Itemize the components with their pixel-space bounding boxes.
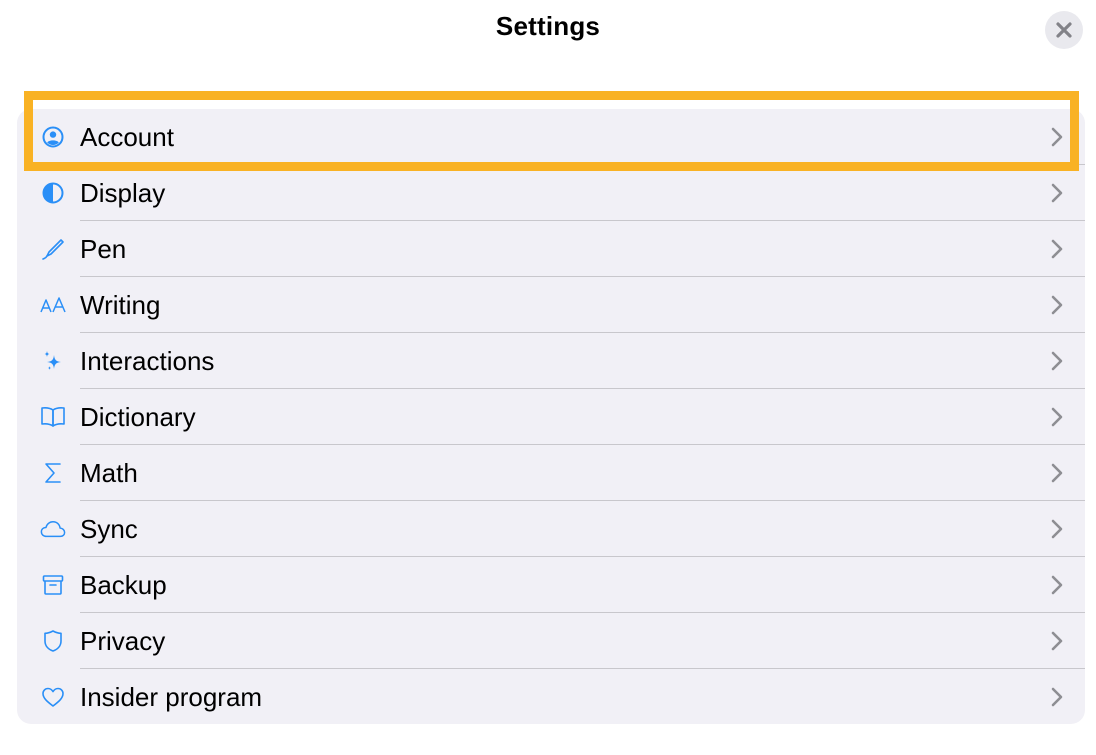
settings-item-backup[interactable]: Backup [17,557,1085,613]
settings-item-math[interactable]: Math [17,445,1085,501]
settings-item-sync[interactable]: Sync [17,501,1085,557]
chevron-right-icon [1051,127,1063,147]
chevron-right-icon [1051,687,1063,707]
chevron-right-icon [1051,575,1063,595]
settings-item-label: Interactions [80,346,215,376]
settings-item-label: Insider program [80,682,263,712]
settings-item-label: Account [80,122,174,152]
chevron-right-icon [1051,239,1063,259]
close-icon [1056,22,1072,38]
page-title: Settings [495,11,601,41]
settings-item-label: Display [80,178,166,208]
cloud-icon [40,517,66,541]
settings-item-writing[interactable]: Writing [17,277,1085,333]
chevron-right-icon [1051,631,1063,651]
chevron-right-icon [1051,463,1063,483]
settings-item-account[interactable]: Account [17,109,1085,165]
settings-item-interactions[interactable]: Interactions [17,333,1085,389]
close-button[interactable] [1045,11,1083,49]
settings-item-label: Math [80,458,138,488]
writing-icon [40,293,66,317]
chevron-right-icon [1051,295,1063,315]
settings-item-dictionary[interactable]: Dictionary [17,389,1085,445]
settings-item-privacy[interactable]: Privacy [17,613,1085,669]
settings-item-label: Backup [80,570,167,600]
heart-icon [40,685,66,709]
chevron-right-icon [1051,407,1063,427]
account-icon [40,125,66,149]
sparkles-icon [40,349,66,373]
archive-box-icon [40,573,66,597]
pen-icon [40,237,66,261]
chevron-right-icon [1051,183,1063,203]
settings-item-label: Writing [80,290,161,320]
sigma-icon [40,461,66,485]
settings-item-label: Sync [80,514,138,544]
settings-item-label: Dictionary [80,402,196,432]
settings-item-label: Privacy [80,626,166,656]
chevron-right-icon [1051,351,1063,371]
display-icon [40,181,66,205]
settings-item-pen[interactable]: Pen [17,221,1085,277]
settings-list: Account Display Pen Writing Interactions… [17,109,1085,724]
book-icon [40,405,66,429]
settings-page: Settings Account Display Pen Writing Int… [0,0,1096,755]
settings-item-label: Pen [80,234,127,264]
settings-item-insider-program[interactable]: Insider program [17,669,1085,724]
chevron-right-icon [1051,519,1063,539]
shield-icon [40,629,66,653]
settings-item-display[interactable]: Display [17,165,1085,221]
